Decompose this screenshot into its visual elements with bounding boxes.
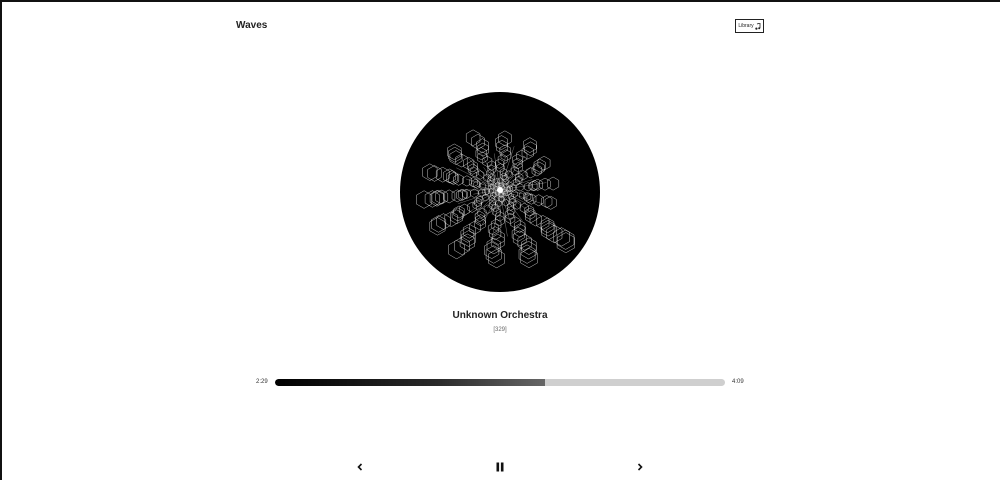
- chevron-right-icon: [637, 463, 643, 471]
- pause-icon: [496, 462, 504, 472]
- current-time: 2:29: [256, 379, 268, 385]
- library-button[interactable]: Library: [735, 19, 764, 33]
- progress-bar[interactable]: [275, 379, 725, 386]
- library-label: Library: [738, 23, 754, 29]
- window-frame-left: [0, 0, 2, 480]
- track-title: Unknown Orchestra: [452, 310, 548, 321]
- progress-fill: [275, 379, 545, 386]
- next-button[interactable]: [633, 460, 647, 474]
- previous-button[interactable]: [353, 460, 367, 474]
- total-time: 4:09: [732, 379, 744, 385]
- track-subtitle: [329]: [493, 327, 507, 333]
- app-title: Waves: [236, 20, 268, 31]
- window-frame-top: [0, 0, 1000, 2]
- music-note-icon: [754, 22, 761, 30]
- album-art: [400, 92, 600, 292]
- pause-button[interactable]: [493, 460, 507, 474]
- chevron-left-icon: [357, 463, 363, 471]
